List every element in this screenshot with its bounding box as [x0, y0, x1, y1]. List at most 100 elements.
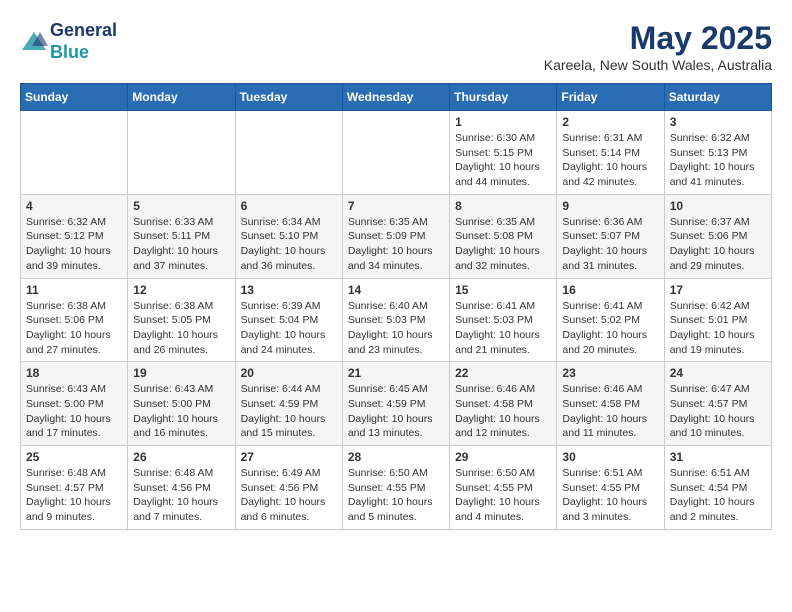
- calendar-cell: 9 Sunrise: 6:36 AMSunset: 5:07 PMDaylight…: [557, 194, 664, 278]
- calendar-cell: 6Sunrise: 6:34 AMSunset: 5:10 PMDaylight…: [235, 194, 342, 278]
- title-section: May 2025 Kareela, New South Wales, Austr…: [544, 20, 772, 73]
- day-number: 28: [348, 450, 444, 464]
- day-number: 20: [241, 366, 337, 380]
- day-number: 18: [26, 366, 122, 380]
- calendar-week-3: 11Sunrise: 6:38 AMSunset: 5:06 PMDayligh…: [21, 278, 772, 362]
- day-info: Sunrise: 6:39 AMSunset: 5:04 PMDaylight:…: [241, 299, 337, 358]
- calendar-cell: 17 Sunrise: 6:42 AMSunset: 5:01 PMDayligh…: [664, 278, 771, 362]
- calendar-header-row: SundayMondayTuesdayWednesdayThursdayFrid…: [21, 84, 772, 111]
- day-info: Sunrise: 6:50 AMSunset: 4:55 PMDaylight:…: [348, 466, 444, 525]
- calendar-cell: 18 Sunrise: 6:43 AMSunset: 5:00 PMDayligh…: [21, 362, 128, 446]
- day-info: Sunrise: 6:36 AMSunset: 5:07 PMDaylight:…: [562, 215, 658, 274]
- calendar-cell: 7 Sunrise: 6:35 AMSunset: 5:09 PMDaylight…: [342, 194, 449, 278]
- location: Kareela, New South Wales, Australia: [544, 57, 772, 73]
- day-number: 2: [562, 115, 658, 129]
- calendar-cell: 13 Sunrise: 6:39 AMSunset: 5:04 PMDayligh…: [235, 278, 342, 362]
- day-info: Sunrise: 6:35 AMSunset: 5:08 PMDaylight:…: [455, 215, 551, 274]
- day-number: 19: [133, 366, 229, 380]
- day-header-friday: Friday: [557, 84, 664, 111]
- day-number: 13: [241, 283, 337, 297]
- page-header: General Blue May 2025 Kareela, New South…: [20, 20, 772, 73]
- calendar-week-2: 4 Sunrise: 6:32 AMSunset: 5:12 PMDaylight…: [21, 194, 772, 278]
- calendar-week-1: 1 Sunrise: 6:30 AMSunset: 5:15 PMDaylight…: [21, 111, 772, 195]
- day-info: Sunrise: 6:46 AMSunset: 4:58 PMDaylight:…: [562, 382, 658, 441]
- day-number: 3: [670, 115, 766, 129]
- day-number: 31: [670, 450, 766, 464]
- day-number: 6: [241, 199, 337, 213]
- logo-line2: Blue: [50, 42, 117, 64]
- calendar-cell: 23 Sunrise: 6:46 AMSunset: 4:58 PMDayligh…: [557, 362, 664, 446]
- day-info: Sunrise: 6:47 AMSunset: 4:57 PMDaylight:…: [670, 382, 766, 441]
- day-number: 23: [562, 366, 658, 380]
- calendar-cell: 16Sunrise: 6:41 AMSunset: 5:02 PMDayligh…: [557, 278, 664, 362]
- day-info: Sunrise: 6:33 AMSunset: 5:11 PMDaylight:…: [133, 215, 229, 274]
- day-number: 30: [562, 450, 658, 464]
- day-number: 21: [348, 366, 444, 380]
- day-info: Sunrise: 6:51 AMSunset: 4:55 PMDaylight:…: [562, 466, 658, 525]
- calendar-cell: 25 Sunrise: 6:48 AMSunset: 4:57 PMDayligh…: [21, 446, 128, 530]
- day-header-wednesday: Wednesday: [342, 84, 449, 111]
- day-number: 5: [133, 199, 229, 213]
- calendar-cell: 4 Sunrise: 6:32 AMSunset: 5:12 PMDaylight…: [21, 194, 128, 278]
- day-info: Sunrise: 6:32 AMSunset: 5:13 PMDaylight:…: [670, 131, 766, 190]
- day-number: 17: [670, 283, 766, 297]
- day-number: 8: [455, 199, 551, 213]
- day-number: 14: [348, 283, 444, 297]
- day-info: Sunrise: 6:38 AMSunset: 5:05 PMDaylight:…: [133, 299, 229, 358]
- day-number: 29: [455, 450, 551, 464]
- calendar-cell: 21 Sunrise: 6:45 AMSunset: 4:59 PMDayligh…: [342, 362, 449, 446]
- day-number: 9: [562, 199, 658, 213]
- day-number: 11: [26, 283, 122, 297]
- calendar-cell: 14 Sunrise: 6:40 AMSunset: 5:03 PMDayligh…: [342, 278, 449, 362]
- day-header-monday: Monday: [128, 84, 235, 111]
- calendar-cell: 19 Sunrise: 6:43 AMSunset: 5:00 PMDayligh…: [128, 362, 235, 446]
- calendar-cell: 20Sunrise: 6:44 AMSunset: 4:59 PMDayligh…: [235, 362, 342, 446]
- calendar-cell: 5 Sunrise: 6:33 AMSunset: 5:11 PMDaylight…: [128, 194, 235, 278]
- month-title: May 2025: [544, 20, 772, 57]
- day-info: Sunrise: 6:42 AMSunset: 5:01 PMDaylight:…: [670, 299, 766, 358]
- calendar-cell: 10 Sunrise: 6:37 AMSunset: 5:06 PMDayligh…: [664, 194, 771, 278]
- calendar-cell: 3 Sunrise: 6:32 AMSunset: 5:13 PMDaylight…: [664, 111, 771, 195]
- calendar-week-5: 25 Sunrise: 6:48 AMSunset: 4:57 PMDayligh…: [21, 446, 772, 530]
- logo-icon: [20, 28, 48, 56]
- day-info: Sunrise: 6:46 AMSunset: 4:58 PMDaylight:…: [455, 382, 551, 441]
- calendar-cell: 29 Sunrise: 6:50 AMSunset: 4:55 PMDayligh…: [450, 446, 557, 530]
- day-header-thursday: Thursday: [450, 84, 557, 111]
- day-number: 7: [348, 199, 444, 213]
- day-number: 27: [241, 450, 337, 464]
- day-number: 24: [670, 366, 766, 380]
- logo-line1: General: [50, 20, 117, 42]
- day-info: Sunrise: 6:51 AMSunset: 4:54 PMDaylight:…: [670, 466, 766, 525]
- day-info: Sunrise: 6:45 AMSunset: 4:59 PMDaylight:…: [348, 382, 444, 441]
- day-info: Sunrise: 6:40 AMSunset: 5:03 PMDaylight:…: [348, 299, 444, 358]
- day-number: 4: [26, 199, 122, 213]
- logo: General Blue: [20, 20, 117, 63]
- day-header-tuesday: Tuesday: [235, 84, 342, 111]
- calendar-cell: 22Sunrise: 6:46 AMSunset: 4:58 PMDayligh…: [450, 362, 557, 446]
- calendar-cell: 31 Sunrise: 6:51 AMSunset: 4:54 PMDayligh…: [664, 446, 771, 530]
- day-number: 15: [455, 283, 551, 297]
- day-info: Sunrise: 6:43 AMSunset: 5:00 PMDaylight:…: [26, 382, 122, 441]
- day-info: Sunrise: 6:49 AMSunset: 4:56 PMDaylight:…: [241, 466, 337, 525]
- calendar-cell: 24 Sunrise: 6:47 AMSunset: 4:57 PMDayligh…: [664, 362, 771, 446]
- day-number: 10: [670, 199, 766, 213]
- day-info: Sunrise: 6:50 AMSunset: 4:55 PMDaylight:…: [455, 466, 551, 525]
- calendar-cell: 11Sunrise: 6:38 AMSunset: 5:06 PMDayligh…: [21, 278, 128, 362]
- calendar-cell: 27 Sunrise: 6:49 AMSunset: 4:56 PMDayligh…: [235, 446, 342, 530]
- calendar-cell: 30 Sunrise: 6:51 AMSunset: 4:55 PMDayligh…: [557, 446, 664, 530]
- calendar-cell: [342, 111, 449, 195]
- calendar: SundayMondayTuesdayWednesdayThursdayFrid…: [20, 83, 772, 530]
- calendar-cell: [128, 111, 235, 195]
- day-number: 1: [455, 115, 551, 129]
- day-info: Sunrise: 6:48 AMSunset: 4:57 PMDaylight:…: [26, 466, 122, 525]
- day-number: 25: [26, 450, 122, 464]
- day-info: Sunrise: 6:37 AMSunset: 5:06 PMDaylight:…: [670, 215, 766, 274]
- day-number: 16: [562, 283, 658, 297]
- day-info: Sunrise: 6:30 AMSunset: 5:15 PMDaylight:…: [455, 131, 551, 190]
- day-info: Sunrise: 6:32 AMSunset: 5:12 PMDaylight:…: [26, 215, 122, 274]
- day-info: Sunrise: 6:43 AMSunset: 5:00 PMDaylight:…: [133, 382, 229, 441]
- calendar-cell: 8 Sunrise: 6:35 AMSunset: 5:08 PMDaylight…: [450, 194, 557, 278]
- calendar-cell: 15Sunrise: 6:41 AMSunset: 5:03 PMDayligh…: [450, 278, 557, 362]
- calendar-cell: [21, 111, 128, 195]
- day-info: Sunrise: 6:35 AMSunset: 5:09 PMDaylight:…: [348, 215, 444, 274]
